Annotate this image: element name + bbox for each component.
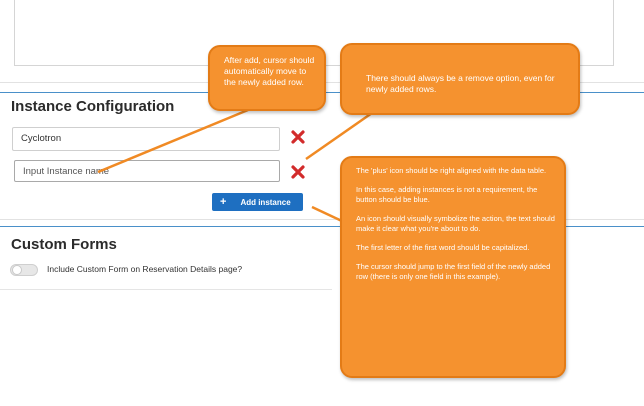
- annotation-text: There should always be a remove option, …: [366, 73, 555, 94]
- instance-row-cyclotron-field[interactable]: Cyclotron: [12, 127, 280, 151]
- remove-icon[interactable]: [291, 130, 305, 144]
- new-instance-name-input[interactable]: [14, 160, 280, 182]
- annotation-callout: There should always be a remove option, …: [340, 43, 580, 115]
- custom-forms-title: Custom Forms: [11, 236, 117, 253]
- annotation-text: The cursor should jump to the first fiel…: [356, 262, 551, 281]
- annotation-text: The 'plus' icon should be right aligned …: [356, 166, 547, 175]
- add-instance-label: Add instance: [240, 197, 291, 207]
- plus-icon: +: [220, 196, 227, 208]
- remove-icon[interactable]: [291, 165, 305, 179]
- instance-configuration-title: Instance Configuration: [11, 98, 175, 115]
- annotation-text: After add, cursor should automatically m…: [224, 55, 315, 87]
- annotation-callout: The 'plus' icon should be right aligned …: [340, 156, 566, 378]
- custom-form-toggle[interactable]: [10, 264, 38, 276]
- annotation-text: In this case, adding instances is not a …: [356, 185, 538, 204]
- bottom-divider: [0, 289, 332, 290]
- custom-form-toggle-label: Include Custom Form on Reservation Detai…: [47, 264, 243, 274]
- add-instance-button[interactable]: + Add instance: [212, 193, 303, 211]
- annotation-callout: After add, cursor should automatically m…: [208, 45, 326, 111]
- annotation-text: An icon should visually symbolize the ac…: [356, 214, 555, 233]
- toggle-knob: [12, 265, 22, 275]
- annotation-text: The first letter of the first word shoul…: [356, 243, 530, 252]
